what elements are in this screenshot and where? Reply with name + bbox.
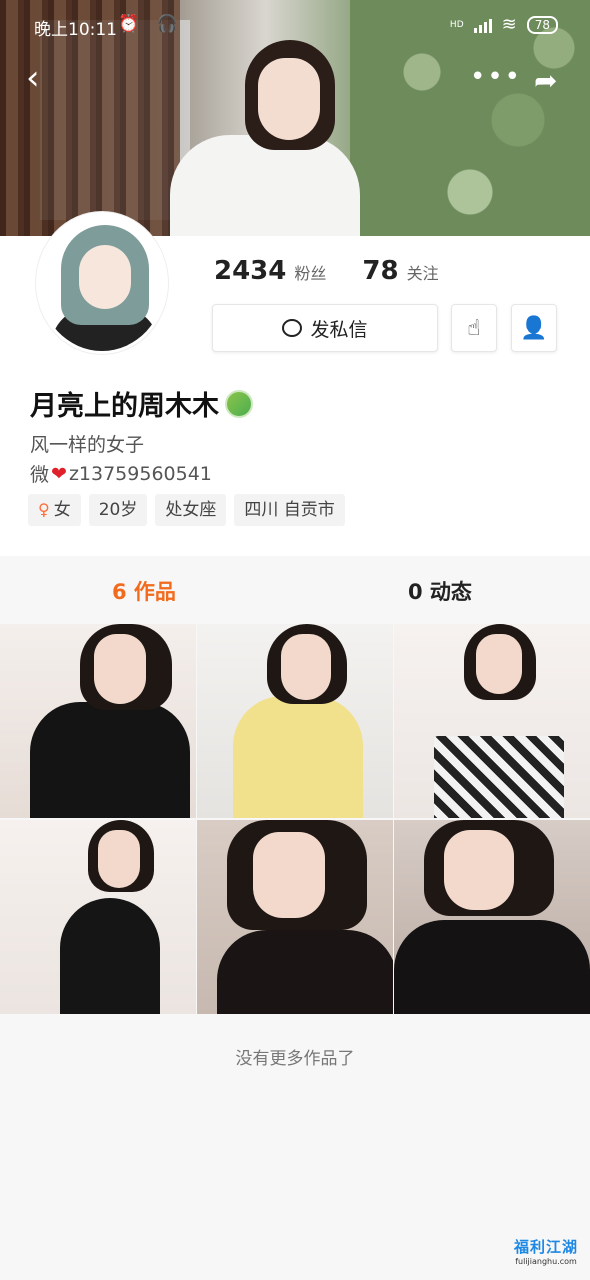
following-label: 关注 <box>406 264 439 283</box>
back-icon[interactable]: ‹ <box>26 61 56 95</box>
tab-posts[interactable]: 0 动态 <box>408 576 472 606</box>
profile-name: 月亮上的周木木 <box>30 391 219 422</box>
work-thumbnail[interactable] <box>197 624 393 818</box>
tab-works[interactable]: 6 作品 <box>112 576 176 606</box>
tag-gender-label: 女 <box>53 500 71 520</box>
works-grid <box>0 624 590 1014</box>
following-count: 78 <box>362 256 399 286</box>
avatar[interactable] <box>36 212 168 354</box>
heart-icon: ❤ <box>51 462 67 485</box>
work-thumbnail[interactable] <box>0 624 196 818</box>
wechat-prefix: 微 <box>30 464 50 486</box>
profile-tags: ♀ 女 20岁 处女座 四川 自贡市 <box>28 494 345 526</box>
wifi-icon: ≋ <box>501 14 517 35</box>
tag-zodiac: 处女座 <box>155 494 227 526</box>
network-hd-label: HD <box>449 19 464 30</box>
female-icon: ♀ <box>38 500 50 519</box>
work-thumbnail[interactable] <box>0 820 196 1014</box>
leaf-badge-icon <box>225 389 253 418</box>
follow-user-button[interactable]: 👤 <box>511 304 557 352</box>
no-more-works-text: 没有更多作品了 <box>235 1049 355 1069</box>
watermark-logo-text: 福利江湖 <box>513 1238 578 1256</box>
chat-bubble-icon <box>282 319 303 337</box>
work-thumbnail[interactable] <box>394 624 590 818</box>
tag-age: 20岁 <box>88 494 148 526</box>
fans-stat[interactable]: 2434 粉丝 <box>214 256 326 286</box>
more-options-icon[interactable]: ••• <box>470 62 522 92</box>
tag-location: 四川 自贡市 <box>234 494 345 526</box>
wechat-id: z13759560541 <box>68 462 212 485</box>
profile-stats: 2434 粉丝 78 关注 <box>214 256 439 286</box>
send-message-button[interactable]: 发私信 <box>212 304 438 352</box>
signal-icon <box>473 17 492 33</box>
profile-name-row: 月亮上的周木木 <box>30 384 253 423</box>
battery-icon: 78 <box>526 15 558 34</box>
poke-button[interactable]: ☝ <box>451 304 497 352</box>
fans-count: 2434 <box>214 256 287 286</box>
content-tabs: 6 作品 0 动态 <box>0 556 590 622</box>
wechat-line: 微 ❤ z13759560541 <box>30 460 212 487</box>
watermark-logo: 福利江湖 fulijianghu.com <box>506 1236 586 1266</box>
status-bar: 晚上10:11 ⏰ 🎧 HD ≋ 78 <box>0 0 590 52</box>
watermark-url: fulijianghu.com <box>515 1257 577 1266</box>
tag-gender: ♀ 女 <box>28 494 81 526</box>
alarm-headphone-icons: ⏰ 🎧 <box>118 14 184 34</box>
user-check-icon: 👤 <box>520 315 548 341</box>
hand-pointer-icon: ☝ <box>467 315 481 341</box>
fans-label: 粉丝 <box>294 264 327 283</box>
following-stat[interactable]: 78 关注 <box>362 256 438 286</box>
send-message-label: 发私信 <box>310 318 368 341</box>
status-time: 晚上10:11 <box>34 20 117 40</box>
cover-person <box>160 40 360 240</box>
work-thumbnail[interactable] <box>394 820 590 1014</box>
profile-bio: 风一样的女子 <box>30 434 145 456</box>
share-icon[interactable]: ➦ <box>534 64 557 97</box>
work-thumbnail[interactable] <box>197 820 393 1014</box>
